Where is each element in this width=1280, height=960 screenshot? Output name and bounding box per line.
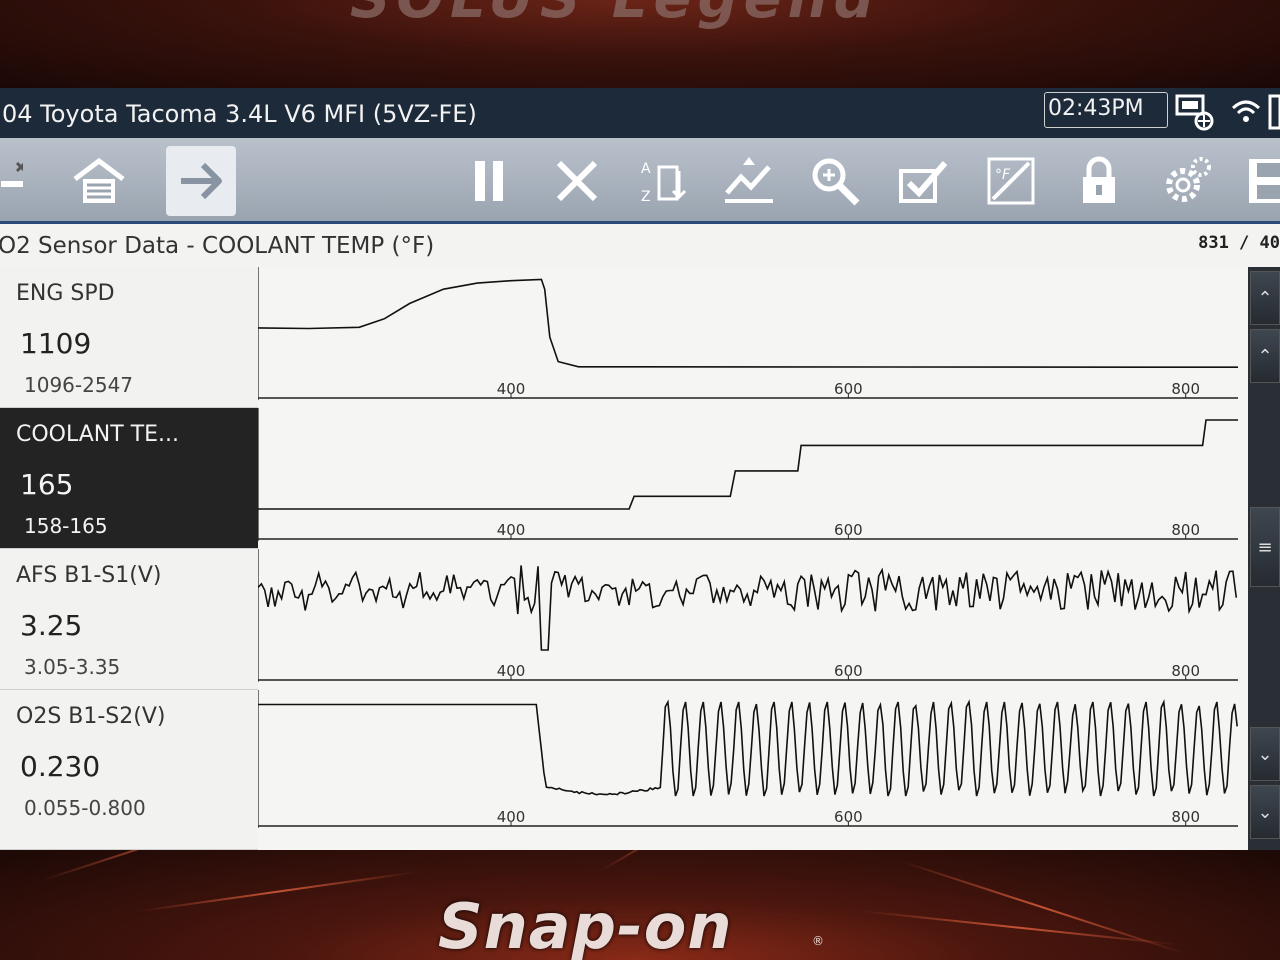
series-line — [258, 565, 1238, 651]
param-name: COOLANT TE... — [16, 422, 180, 447]
param-row-coolant[interactable]: COOLANT TE... 165 158-165 400 600 800 — [0, 408, 1248, 549]
param-name: ENG SPD — [16, 281, 115, 306]
series-line — [258, 698, 1238, 797]
param-range: 0.055-0.800 — [24, 796, 146, 820]
wifi-icon[interactable] — [1228, 92, 1264, 132]
x-icon — [556, 160, 598, 202]
zoom-button[interactable] — [800, 146, 870, 216]
vehicle-comm-icon[interactable] — [1172, 92, 1220, 132]
settings-button[interactable] — [1152, 146, 1222, 216]
param-value: 165 — [20, 468, 74, 501]
clock: 02:43PM — [1048, 96, 1144, 121]
param-range: 3.05-3.35 — [24, 655, 121, 679]
vehicle-title: 04 Toyota Tacoma 3.4L V6 MFI (5VZ-FE) — [2, 100, 477, 128]
graph-title: O2 Sensor Data - COOLANT TEMP (°F) — [0, 233, 435, 259]
pause-button[interactable] — [454, 146, 524, 216]
param-range: 158-165 — [24, 514, 108, 538]
data-header: O2 Sensor Data - COOLANT TEMP (°F) 831 /… — [0, 227, 1280, 267]
param-eng-spd[interactable]: ENG SPD 1109 1096-2547 — [0, 267, 258, 408]
param-row-eng-spd[interactable]: ENG SPD 1109 1096-2547 400 600 800 — [0, 267, 1248, 408]
param-coolant-temp[interactable]: COOLANT TE... 165 158-165 — [0, 408, 258, 549]
battery-icon — [1268, 92, 1280, 132]
series-line — [258, 419, 1238, 510]
close-x-icon — [1, 161, 23, 187]
param-row-afs[interactable]: AFS B1-S1(V) 3.25 3.05-3.35 400 600 800 — [0, 549, 1248, 690]
save-button[interactable] — [1236, 146, 1280, 216]
device-bezel-bottom: Snap-on ® — [0, 850, 1280, 960]
chevron-down-icon: ⌄ — [1257, 801, 1273, 823]
gear-icon — [1166, 157, 1211, 202]
scroll-sidebar: ⌃ ⌃ ≡ ⌄ ⌄ — [1248, 267, 1280, 850]
svg-text:Z: Z — [641, 189, 651, 205]
sort-button[interactable]: AZ — [628, 146, 698, 216]
select-button[interactable] — [888, 146, 958, 216]
grip-icon: ≡ — [1257, 536, 1273, 558]
param-o2s-b1s2[interactable]: O2S B1-S2(V) 0.230 0.055-0.800 — [0, 690, 258, 850]
home-button[interactable] — [64, 146, 134, 216]
device-model-logo: SOLUS Legend — [350, 0, 880, 31]
lock-icon — [1083, 156, 1115, 203]
scroll-up-button[interactable]: ⌃ — [1250, 329, 1280, 383]
sort-az-icon: AZ — [641, 161, 687, 205]
close-x-button[interactable] — [0, 146, 30, 216]
scroll-bottom-button[interactable]: ⌄ — [1250, 785, 1280, 839]
svg-text:°F: °F — [995, 167, 1011, 183]
lock-button[interactable] — [1064, 146, 1134, 216]
param-name: AFS B1-S1(V) — [16, 563, 162, 588]
brand-logo: Snap-on — [438, 890, 733, 960]
graph-eng-spd[interactable]: 400 600 800 — [258, 267, 1248, 408]
next-button[interactable] — [166, 146, 236, 216]
save-icon — [1249, 159, 1280, 203]
graph-o2s-b1s2[interactable]: 400 600 800 — [258, 690, 1248, 850]
param-range: 1096-2547 — [24, 373, 134, 397]
param-row-o2s[interactable]: O2S B1-S2(V) 0.230 0.055-0.800 400 600 800 — [0, 690, 1248, 850]
param-value: 3.25 — [20, 609, 83, 642]
title-bar: 04 Toyota Tacoma 3.4L V6 MFI (5VZ-FE) 02… — [0, 88, 1280, 138]
param-afs-b1s1[interactable]: AFS B1-S1(V) 3.25 3.05-3.35 — [0, 549, 258, 690]
chevron-up-icon: ⌃ — [1257, 345, 1273, 367]
graph-mode-button[interactable] — [714, 146, 784, 216]
device-bezel-top: SOLUS Legend — [0, 0, 1280, 88]
units-icon: °F — [987, 157, 1035, 205]
pause-icon — [475, 161, 503, 201]
series-line — [258, 278, 1239, 368]
arrow-right-icon — [181, 162, 222, 200]
clear-button[interactable] — [542, 146, 612, 216]
scroll-thumb[interactable]: ≡ — [1250, 507, 1280, 587]
garage-home-icon — [73, 157, 125, 203]
graph-afs-b1s1[interactable]: 400 600 800 — [258, 549, 1248, 690]
svg-text:A: A — [641, 161, 651, 177]
param-value: 1109 — [20, 327, 92, 360]
graph-coolant-temp[interactable]: 400 600 800 — [258, 408, 1248, 549]
chevron-up-icon: ⌃ — [1257, 287, 1273, 309]
chevron-down-icon: ⌄ — [1257, 743, 1273, 765]
scroll-down-button[interactable]: ⌄ — [1250, 727, 1280, 781]
scanner-screen: 04 Toyota Tacoma 3.4L V6 MFI (5VZ-FE) 02… — [0, 88, 1280, 850]
scroll-top-button[interactable]: ⌃ — [1250, 271, 1280, 325]
zoom-icon — [812, 158, 860, 206]
units-button[interactable]: °F — [976, 146, 1046, 216]
param-name: O2S B1-S2(V) — [16, 704, 166, 729]
param-value: 0.230 — [20, 750, 101, 783]
frame-counter: 831 / 40 — [1198, 233, 1280, 253]
registered-mark: ® — [812, 934, 824, 948]
graph-icon — [725, 157, 773, 203]
toolbar: AZ °F — [0, 138, 1280, 224]
checkbox-icon — [899, 161, 948, 203]
